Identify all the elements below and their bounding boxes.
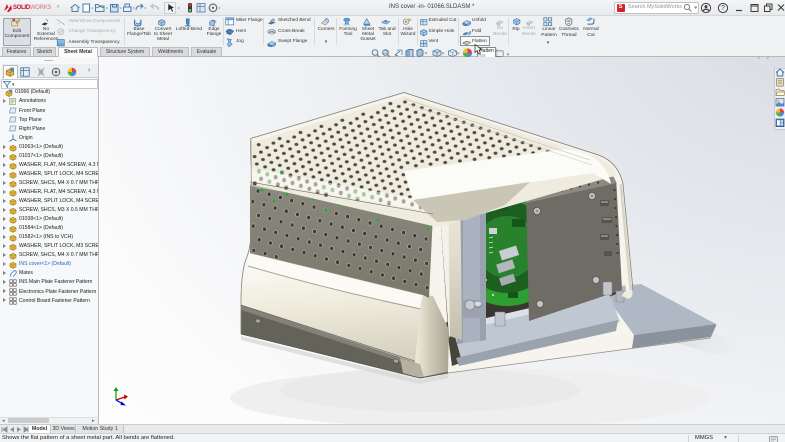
svg-text:?: ? bbox=[721, 5, 725, 12]
